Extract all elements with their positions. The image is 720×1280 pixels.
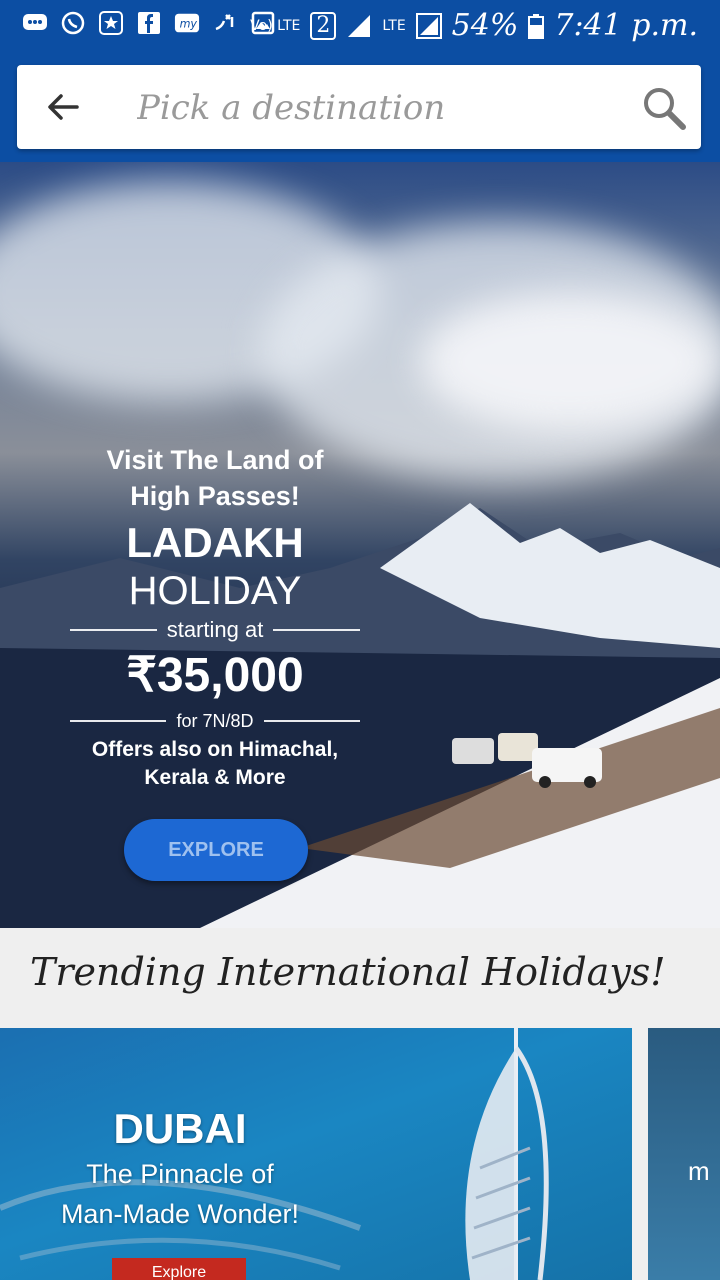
divider: [273, 629, 361, 631]
ladakh-hero-banner[interactable]: Visit The Land of High Passes! LADAKH HO…: [0, 162, 720, 928]
duration-row: for 7N/8D: [70, 706, 360, 736]
divider: [70, 720, 167, 722]
hero-subtitle: HOLIDAY: [128, 569, 302, 613]
card-title: DUBAI: [113, 1105, 247, 1152]
sync-icon: [212, 10, 238, 36]
volte-label: Vo) LTE: [250, 17, 301, 34]
sim-label: 2: [310, 11, 337, 40]
starting-row: starting at: [70, 614, 361, 646]
hero-price: ₹35,000: [126, 649, 304, 702]
duration-label: for 7N/8D: [176, 711, 254, 731]
signal-icon: [348, 14, 371, 37]
divider: [263, 720, 360, 722]
offer-line-2: Kerala & More: [144, 766, 286, 789]
hero-tagline-1: Visit The Land of: [106, 445, 324, 475]
signal-box-icon: [415, 12, 442, 39]
starting-label: starting at: [166, 617, 264, 642]
notification-icons: my: [22, 10, 276, 36]
battery-icon: [528, 13, 545, 39]
card-partial-text: m: [688, 1156, 710, 1186]
whatsapp-icon: [60, 10, 86, 36]
back-button[interactable]: [43, 87, 83, 127]
card-subtitle-2: Man-Made Wonder!: [60, 1199, 300, 1229]
status-bar: my Vo) LTE 2 LTE 54% 7:41 p.m.: [0, 0, 720, 48]
hero-tagline-2: High Passes!: [130, 481, 300, 511]
message-icon: [22, 10, 48, 36]
my-app-icon: my: [174, 10, 200, 36]
svg-text:my: my: [180, 18, 198, 31]
hero-copy: Visit The Land of High Passes! LADAKH HO…: [70, 442, 361, 792]
dubai-explore-button[interactable]: Explore: [112, 1258, 246, 1280]
dubai-copy: DUBAI The Pinnacle of Man-Made Wonder!: [40, 1104, 320, 1234]
search-header: [0, 48, 720, 162]
battery-percent: 54%: [451, 8, 519, 43]
search-box: [17, 65, 701, 149]
offer-line-1: Offers also on Himachal,: [91, 738, 339, 761]
star-badge-icon: [98, 10, 124, 36]
divider: [70, 629, 157, 631]
clock: 7:41 p.m.: [554, 8, 698, 43]
back-arrow-icon: [48, 94, 79, 120]
explore-button[interactable]: EXPLORE: [124, 819, 308, 881]
dubai-card[interactable]: DUBAI The Pinnacle of Man-Made Wonder! E…: [0, 1028, 632, 1280]
facebook-icon: [136, 10, 162, 36]
hero-title: LADAKH: [126, 519, 304, 566]
destination-search-input[interactable]: [135, 81, 639, 135]
cloud-shape: [420, 292, 720, 432]
search-icon[interactable]: [641, 85, 687, 131]
next-card[interactable]: m: [648, 1028, 720, 1280]
section-title: Trending International Holidays!: [30, 950, 666, 994]
card-subtitle-1: The Pinnacle of: [86, 1159, 274, 1189]
lte-label: LTE: [382, 17, 406, 34]
system-status: Vo) LTE 2 LTE 54% 7:41 p.m.: [250, 8, 698, 43]
burj-al-arab-illustration: [465, 1028, 549, 1280]
